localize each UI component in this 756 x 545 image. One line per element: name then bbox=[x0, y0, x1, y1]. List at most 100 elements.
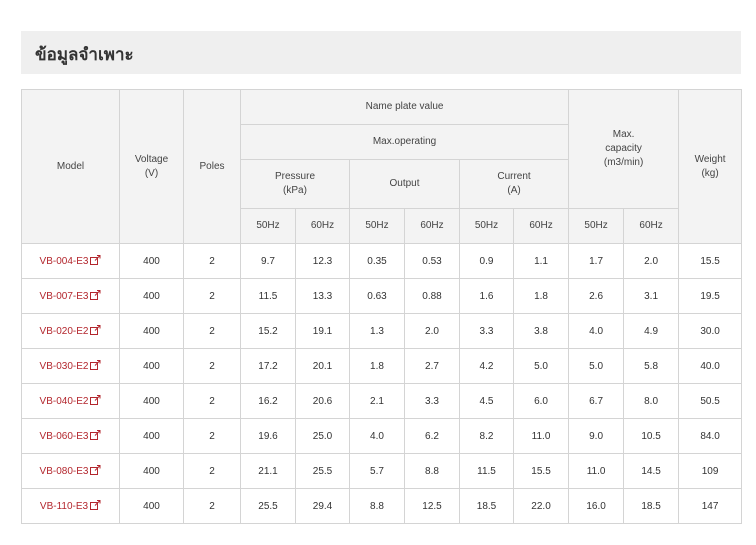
model-cell: VB-060-E3 bbox=[21, 418, 120, 454]
pressure-50hz-cell: 17.2 bbox=[240, 348, 296, 384]
model-link[interactable]: VB-030-E2 bbox=[39, 360, 102, 372]
poles-cell: 2 bbox=[183, 243, 241, 279]
current-50hz-cell: 4.5 bbox=[459, 383, 514, 419]
weight-cell: 147 bbox=[678, 488, 743, 524]
header-max-capacity: Max. capacity (m3/min) bbox=[568, 89, 680, 209]
model-label: VB-020-E2 bbox=[39, 326, 89, 337]
voltage-cell: 400 bbox=[119, 453, 184, 489]
table-row: VB-007-E3 400 2 11.5 13.3 0.63 0.88 1.6 … bbox=[21, 278, 743, 314]
model-cell: VB-080-E3 bbox=[21, 453, 120, 489]
model-link[interactable]: VB-040-E2 bbox=[40, 395, 102, 407]
capacity-60hz-cell: 10.5 bbox=[623, 418, 680, 454]
model-link[interactable]: VB-020-E2 bbox=[39, 325, 102, 337]
pressure-60hz-cell: 29.4 bbox=[295, 488, 350, 524]
header-capacity-50hz: 50Hz bbox=[568, 208, 625, 244]
pressure-60hz-cell: 13.3 bbox=[295, 278, 350, 314]
model-label: VB-060-E3 bbox=[39, 431, 89, 442]
pressure-60hz-cell: 20.1 bbox=[295, 348, 350, 384]
output-50hz-cell: 0.35 bbox=[349, 243, 405, 279]
capacity-50hz-cell: 11.0 bbox=[568, 453, 625, 489]
current-60hz-cell: 5.0 bbox=[512, 348, 570, 384]
capacity-60hz-cell: 14.5 bbox=[623, 453, 680, 489]
poles-cell: 2 bbox=[183, 418, 241, 454]
spec-table: Model Voltage (V) Poles Name plate value… bbox=[21, 89, 743, 524]
table-row: VB-040-E2 400 2 16.2 20.6 2.1 3.3 4.5 6.… bbox=[21, 383, 743, 419]
table-row: VB-020-E2 400 2 15.2 19.1 1.3 2.0 3.3 3.… bbox=[21, 313, 743, 349]
current-50hz-cell: 4.2 bbox=[459, 348, 514, 384]
pressure-60hz-cell: 25.5 bbox=[295, 453, 350, 489]
model-link[interactable]: VB-110-E3 bbox=[39, 500, 101, 512]
current-60hz-cell: 15.5 bbox=[512, 453, 570, 489]
pressure-60hz-cell: 12.3 bbox=[295, 243, 350, 279]
voltage-cell: 400 bbox=[119, 488, 184, 524]
output-60hz-cell: 3.3 bbox=[404, 383, 460, 419]
current-50hz-cell: 18.5 bbox=[459, 488, 514, 524]
pressure-50hz-cell: 9.7 bbox=[240, 243, 296, 279]
poles-cell: 2 bbox=[183, 383, 241, 419]
table-row: VB-030-E2 400 2 17.2 20.1 1.8 2.7 4.2 5.… bbox=[21, 348, 743, 384]
section-title: ข้อมูลจำเพาะ bbox=[35, 45, 134, 65]
external-link-icon bbox=[90, 360, 101, 370]
output-60hz-cell: 2.0 bbox=[404, 313, 460, 349]
output-60hz-cell: 0.53 bbox=[404, 243, 460, 279]
capacity-50hz-cell: 2.6 bbox=[568, 278, 625, 314]
table-row: VB-004-E3 400 2 9.7 12.3 0.35 0.53 0.9 1… bbox=[21, 243, 743, 279]
poles-cell: 2 bbox=[183, 453, 241, 489]
output-60hz-cell: 12.5 bbox=[404, 488, 460, 524]
pressure-50hz-cell: 16.2 bbox=[240, 383, 296, 419]
model-label: VB-110-E3 bbox=[39, 501, 89, 512]
table-row: VB-110-E3 400 2 25.5 29.4 8.8 12.5 18.5 … bbox=[21, 488, 743, 524]
weight-cell: 40.0 bbox=[678, 348, 743, 384]
model-cell: VB-040-E2 bbox=[21, 383, 120, 419]
output-50hz-cell: 8.8 bbox=[349, 488, 405, 524]
header-pressure-50hz: 50Hz bbox=[240, 208, 296, 244]
header-capacity-60hz: 60Hz bbox=[623, 208, 680, 244]
external-link-icon bbox=[90, 430, 101, 440]
pressure-50hz-cell: 11.5 bbox=[240, 278, 296, 314]
pressure-50hz-cell: 25.5 bbox=[240, 488, 296, 524]
header-pressure-60hz: 60Hz bbox=[295, 208, 350, 244]
model-link[interactable]: VB-060-E3 bbox=[39, 430, 102, 442]
model-cell: VB-004-E3 bbox=[21, 243, 120, 279]
output-60hz-cell: 0.88 bbox=[404, 278, 460, 314]
header-output: Output bbox=[349, 159, 460, 209]
external-link-icon bbox=[90, 465, 101, 475]
model-link[interactable]: VB-080-E3 bbox=[39, 465, 102, 477]
model-link[interactable]: VB-007-E3 bbox=[40, 290, 102, 302]
model-label: VB-080-E3 bbox=[39, 466, 89, 477]
current-60hz-cell: 3.8 bbox=[512, 313, 570, 349]
pressure-60hz-cell: 19.1 bbox=[295, 313, 350, 349]
output-50hz-cell: 0.63 bbox=[349, 278, 405, 314]
capacity-50hz-cell: 5.0 bbox=[568, 348, 625, 384]
model-label: VB-030-E2 bbox=[39, 361, 89, 372]
pressure-50hz-cell: 19.6 bbox=[240, 418, 296, 454]
external-link-icon bbox=[90, 395, 101, 405]
current-60hz-cell: 22.0 bbox=[512, 488, 570, 524]
header-model: Model bbox=[21, 89, 120, 244]
output-60hz-cell: 8.8 bbox=[404, 453, 460, 489]
external-link-icon bbox=[90, 255, 101, 265]
capacity-60hz-cell: 18.5 bbox=[623, 488, 680, 524]
poles-cell: 2 bbox=[183, 313, 241, 349]
model-link[interactable]: VB-004-E3 bbox=[40, 255, 102, 267]
capacity-50hz-cell: 4.0 bbox=[568, 313, 625, 349]
header-poles: Poles bbox=[183, 89, 241, 244]
header-name-plate: Name plate value bbox=[239, 89, 570, 125]
output-50hz-cell: 5.7 bbox=[349, 453, 405, 489]
model-cell: VB-007-E3 bbox=[21, 278, 120, 314]
current-50hz-cell: 11.5 bbox=[459, 453, 514, 489]
current-60hz-cell: 6.0 bbox=[512, 383, 570, 419]
poles-cell: 2 bbox=[183, 488, 241, 524]
header-max-operating: Max.operating bbox=[239, 124, 570, 160]
pressure-60hz-cell: 25.0 bbox=[295, 418, 350, 454]
header-voltage: Voltage (V) bbox=[119, 89, 184, 244]
voltage-cell: 400 bbox=[119, 313, 184, 349]
header-current-50hz: 50Hz bbox=[459, 208, 514, 244]
capacity-60hz-cell: 2.0 bbox=[623, 243, 680, 279]
current-50hz-cell: 8.2 bbox=[459, 418, 514, 454]
current-50hz-cell: 3.3 bbox=[459, 313, 514, 349]
header-pressure: Pressure (kPa) bbox=[240, 159, 350, 209]
voltage-cell: 400 bbox=[119, 348, 184, 384]
voltage-cell: 400 bbox=[119, 418, 184, 454]
capacity-60hz-cell: 3.1 bbox=[623, 278, 680, 314]
